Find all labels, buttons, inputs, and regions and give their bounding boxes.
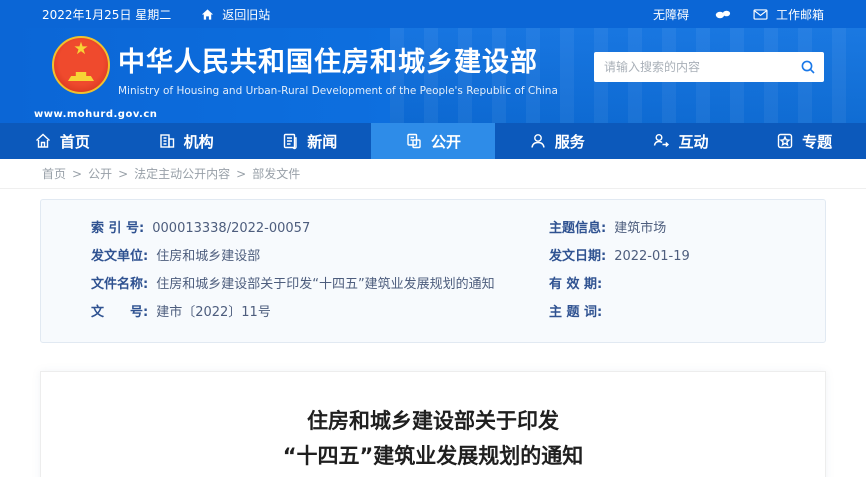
article-title: 住房和城乡建设部关于印发 “十四五”建筑业发展规划的通知: [41, 404, 825, 473]
info-row-issue-date: 发文日期: 2022-01-19: [549, 249, 690, 264]
nav-item-news[interactable]: 新闻: [247, 123, 371, 159]
info-row-keywords: 主 题 词:: [549, 305, 603, 320]
site-url: www.mohurd.gov.cn: [34, 109, 158, 120]
disclosure-icon: [405, 132, 423, 150]
nav-item-topics[interactable]: 专题: [742, 123, 866, 159]
search-box: [594, 52, 824, 82]
work-mailbox-link[interactable]: 工作邮箱: [776, 6, 824, 23]
nav-item-interaction[interactable]: 互动: [619, 123, 743, 159]
info-row-document-name: 文件名称: 住房和城乡建设部关于印发“十四五”建筑业发展规划的通知: [91, 277, 495, 292]
site-subtitle-english: Ministry of Housing and Urban-Rural Deve…: [118, 85, 558, 97]
info-row-issuing-unit: 发文单位: 住房和城乡建设部: [91, 249, 261, 264]
site-header: ★ 中华人民共和国住房和城乡建设部 Ministry of Housing an…: [0, 28, 866, 123]
envelope-icon: [753, 8, 768, 20]
info-row-validity-period: 有 效 期:: [549, 277, 603, 292]
breadcrumb-statutory-content[interactable]: 法定主动公开内容: [134, 165, 230, 182]
nav-item-organization[interactable]: 机构: [124, 123, 248, 159]
search-icon[interactable]: [800, 59, 816, 75]
breadcrumb-home[interactable]: 首页: [42, 165, 66, 182]
breadcrumb: 首页 > 公开 > 法定主动公开内容 > 部发文件: [0, 159, 866, 189]
article-card: 住房和城乡建设部关于印发 “十四五”建筑业发展规划的通知 选择字体: [大 - …: [40, 371, 826, 477]
sign-language-icon[interactable]: [715, 8, 731, 20]
info-row-subject-info: 主题信息: 建筑市场: [549, 221, 667, 236]
interaction-icon: [652, 132, 670, 150]
main-nav: 首页 机构 新闻 公开 服务 互动 专题: [0, 123, 866, 159]
home-small-icon: [201, 8, 214, 21]
site-title: 中华人民共和国住房和城乡建设部: [118, 47, 538, 78]
top-utility-bar: 2022年1月25日 星期二 返回旧站 无障碍 工作邮箱: [0, 0, 866, 28]
search-input[interactable]: [594, 52, 800, 82]
current-date: 2022年1月25日 星期二: [42, 7, 172, 22]
national-emblem-logo: ★: [52, 36, 110, 94]
breadcrumb-ministry-documents[interactable]: 部发文件: [252, 165, 300, 182]
service-icon: [529, 132, 547, 150]
back-old-site-link[interactable]: 返回旧站: [222, 6, 270, 23]
article-title-line2: “十四五”建筑业发展规划的通知: [282, 443, 584, 468]
nav-item-home[interactable]: 首页: [0, 123, 124, 159]
accessibility-link[interactable]: 无障碍: [653, 6, 689, 23]
article-title-line1: 住房和城乡建设部关于印发: [307, 409, 559, 433]
topic-icon: [776, 132, 794, 150]
info-row-index-number: 索 引 号: 000013338/2022-00057: [91, 221, 311, 236]
nav-item-disclosure[interactable]: 公开: [371, 123, 495, 159]
organization-icon: [158, 132, 176, 150]
breadcrumb-disclosure[interactable]: 公开: [88, 165, 112, 182]
home-icon: [34, 132, 52, 150]
info-row-document-number: 文 号: 建市〔2022〕11号: [91, 305, 271, 320]
nav-item-services[interactable]: 服务: [495, 123, 619, 159]
document-info-box: 索 引 号: 000013338/2022-00057 发文单位: 住房和城乡建…: [40, 199, 826, 343]
news-icon: [281, 132, 299, 150]
